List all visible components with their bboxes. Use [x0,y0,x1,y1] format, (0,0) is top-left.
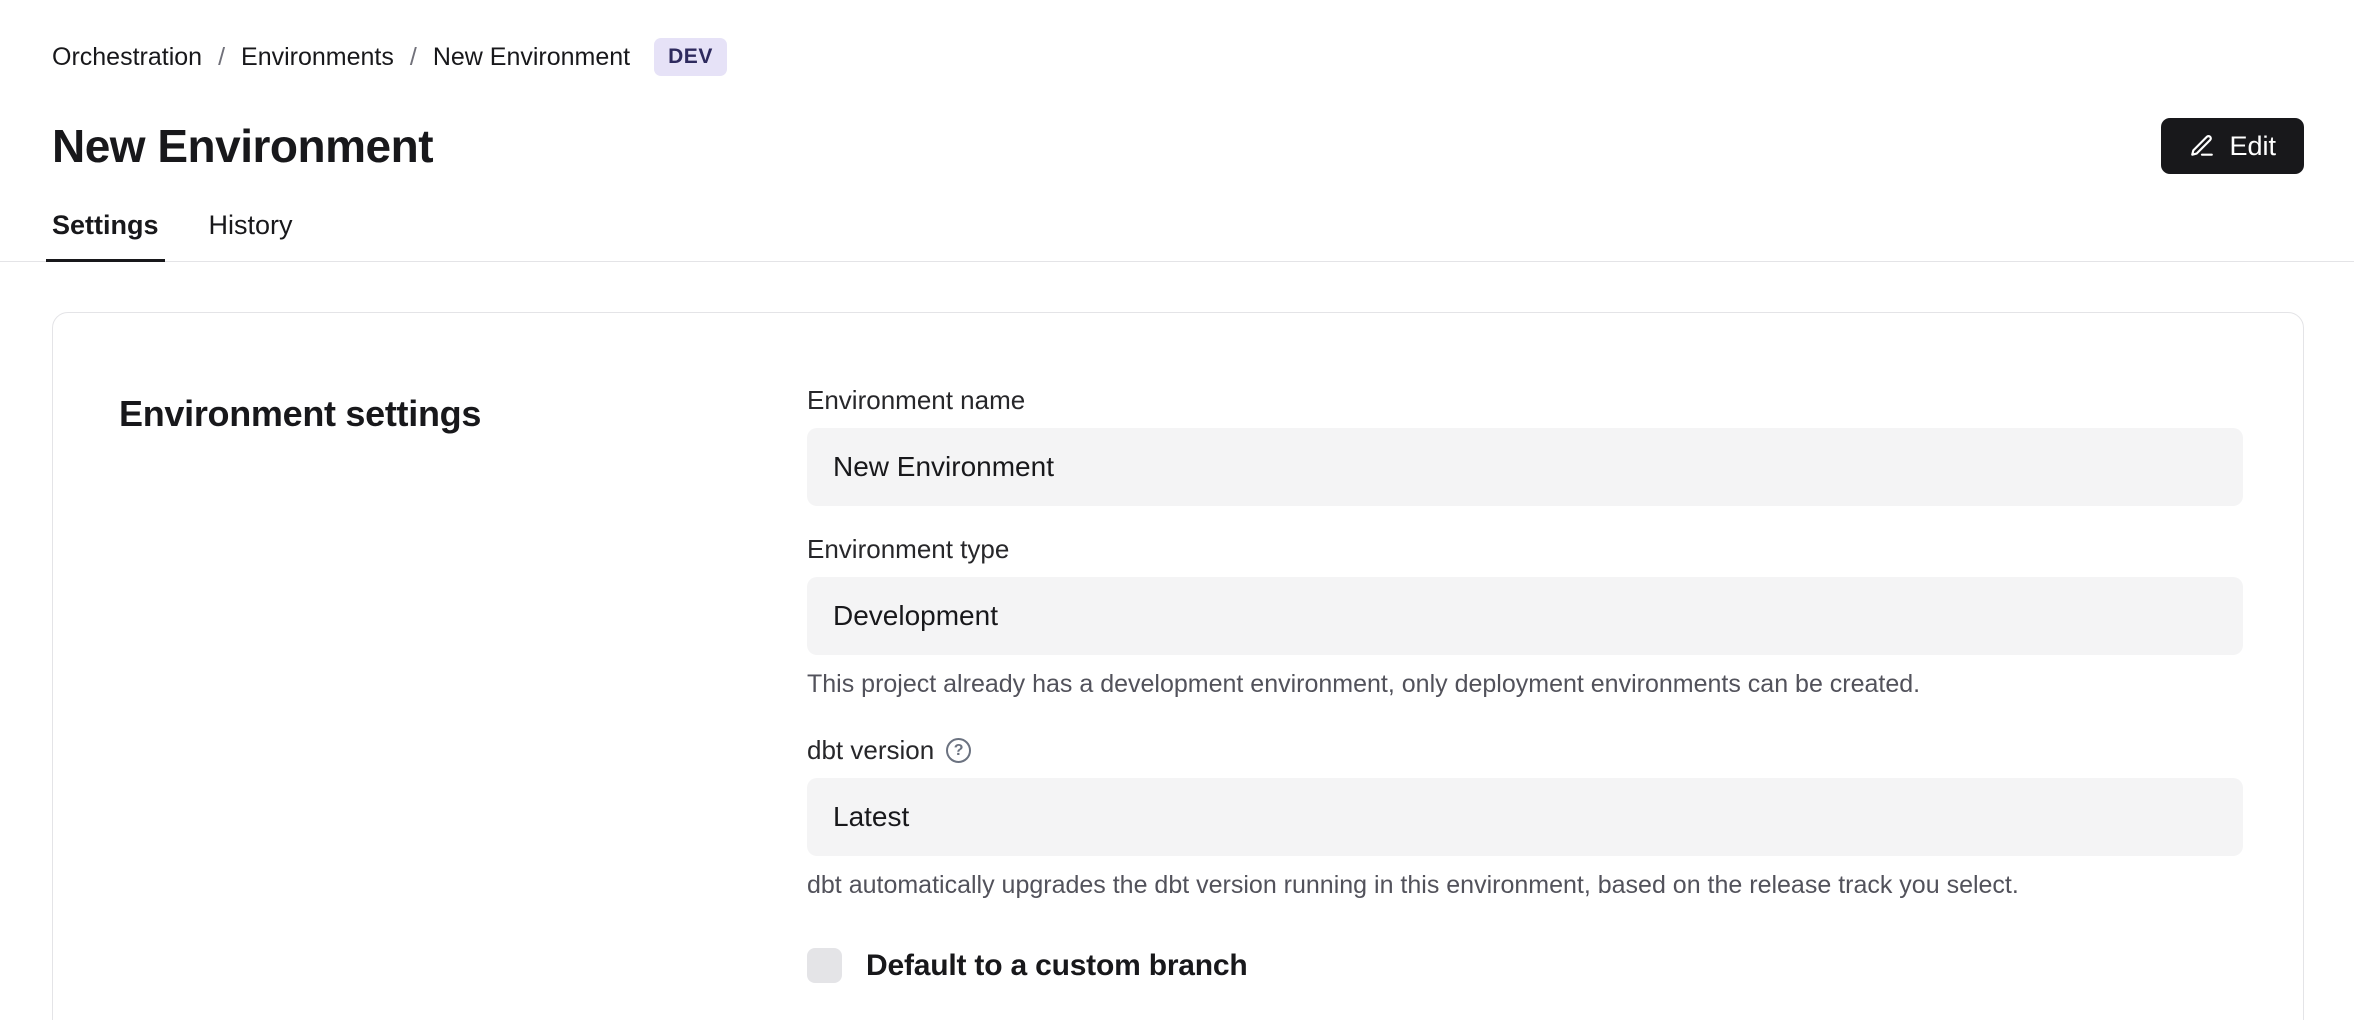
page-title: New Environment [52,119,433,173]
breadcrumb-item-orchestration[interactable]: Orchestration [52,43,202,72]
help-icon[interactable]: ? [946,738,971,763]
field-environment-name: Environment name [807,385,2243,506]
field-environment-type: Environment type This project already ha… [807,534,2243,699]
page-header: New Environment Edit [52,118,2304,174]
breadcrumb-separator: / [218,43,225,72]
tab-settings[interactable]: Settings [52,210,159,261]
custom-branch-row: Default to a custom branch [807,948,2243,983]
environment-dev-badge: DEV [654,38,727,76]
field-dbt-version: dbt version ? dbt automatically upgrades… [807,735,2243,900]
section-title: Environment settings [119,393,807,435]
tab-history[interactable]: History [209,210,293,261]
dbt-version-input[interactable] [807,778,2243,856]
environment-name-label: Environment name [807,385,1025,416]
tabs-bar: Settings History [0,210,2354,262]
custom-branch-checkbox-label: Default to a custom branch [866,949,1248,983]
dbt-version-help-text: dbt automatically upgrades the dbt versi… [807,871,2243,900]
edit-button-label: Edit [2229,131,2276,162]
pencil-icon [2189,133,2215,159]
environment-name-input[interactable] [807,428,2243,506]
edit-button[interactable]: Edit [2161,118,2304,174]
breadcrumb-item-environments[interactable]: Environments [241,43,394,72]
custom-branch-checkbox[interactable] [807,948,842,983]
environment-type-help-text: This project already has a development e… [807,670,2243,699]
environment-type-label: Environment type [807,534,1009,565]
breadcrumb-item-current: New Environment [433,43,630,72]
breadcrumb-separator: / [410,43,417,72]
dbt-version-label: dbt version [807,735,934,766]
environment-settings-card: Environment settings Environment name En… [52,312,2304,1020]
breadcrumb: Orchestration / Environments / New Envir… [52,0,2304,76]
environment-type-input[interactable] [807,577,2243,655]
